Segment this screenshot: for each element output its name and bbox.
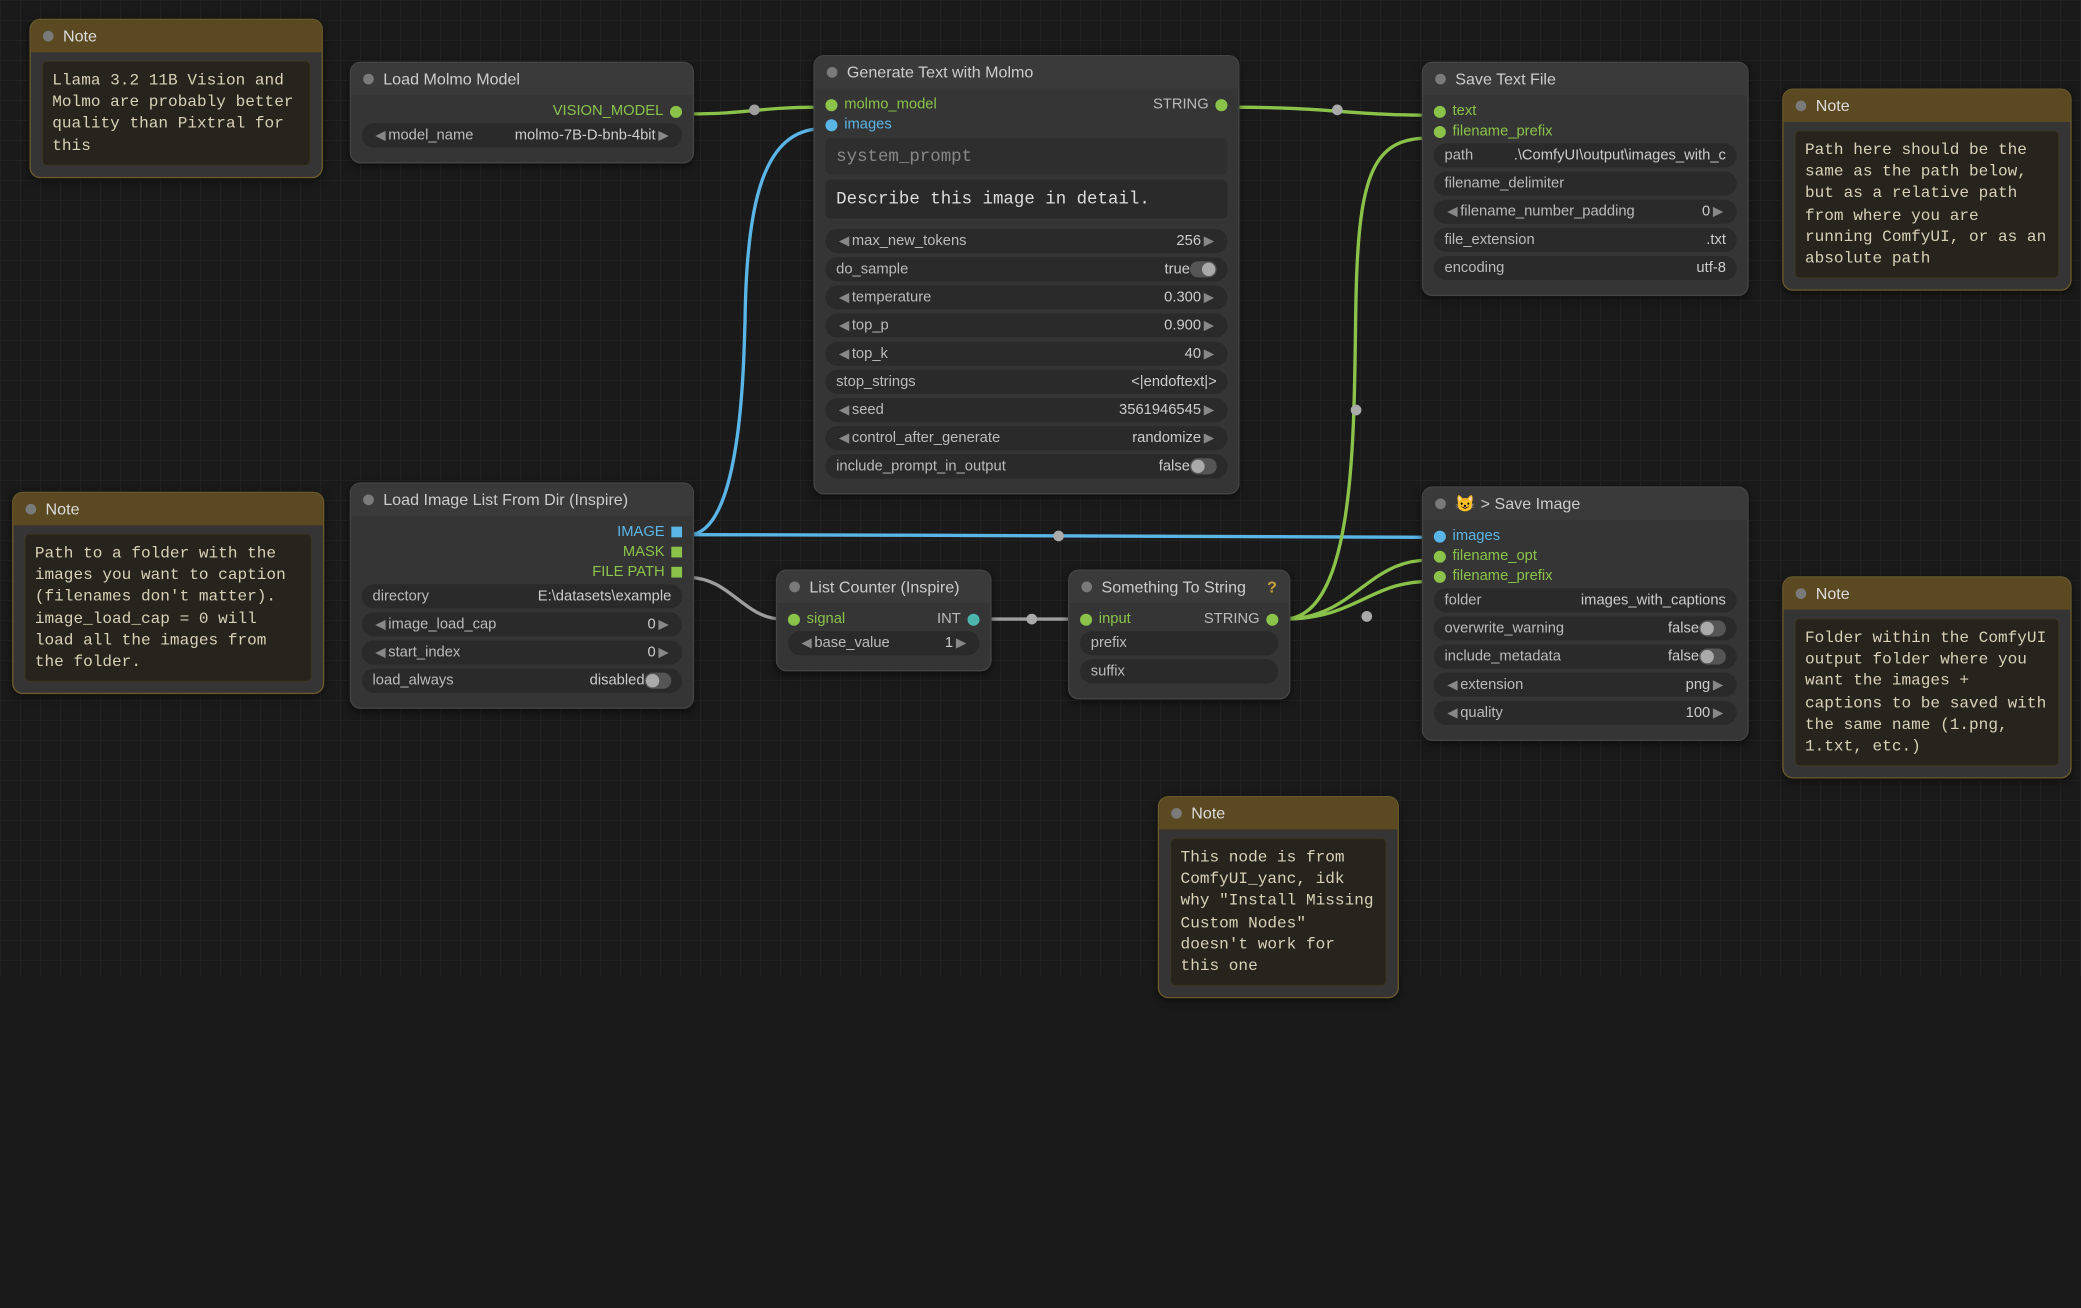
output-label: FILE PATH: [592, 564, 664, 580]
help-icon[interactable]: ?: [1267, 578, 1277, 597]
node-title: Note: [1191, 804, 1225, 823]
note-node[interactable]: Note Folder within the ComfyUI output fo…: [1782, 576, 2071, 779]
node-title: List Counter (Inspire): [809, 578, 959, 597]
note-text: Path here should be the same as the path…: [1794, 130, 2059, 279]
always-widget[interactable]: load_alwaysdisabled: [362, 669, 682, 693]
overwrite-widget[interactable]: overwrite_warningfalse: [1434, 616, 1737, 640]
output-label: STRING: [1153, 96, 1209, 112]
include-prompt-widget[interactable]: include_prompt_in_outputfalse: [825, 454, 1227, 478]
system-prompt-value[interactable]: Describe this image in detail.: [825, 180, 1227, 219]
input-label: filename_prefix: [1453, 568, 1553, 584]
node-title: Load Molmo Model: [383, 70, 520, 89]
folder-widget[interactable]: folderimages_with_captions: [1434, 588, 1737, 612]
metadata-widget[interactable]: include_metadatafalse: [1434, 645, 1737, 669]
note-node[interactable]: Note Path to a folder with the images yo…: [12, 492, 324, 695]
node-title: Note: [46, 500, 80, 519]
temperature-widget[interactable]: ◀temperature0.300▶: [825, 285, 1227, 309]
prefix-widget[interactable]: prefix: [1080, 631, 1278, 655]
note-text: Folder within the ComfyUI output folder …: [1794, 618, 2059, 767]
stop-strings-widget[interactable]: stop_strings<|endoftext|>: [825, 370, 1227, 394]
node-title: Note: [1816, 96, 1850, 115]
input-label: images: [844, 117, 892, 133]
cap-widget[interactable]: ◀image_load_cap0▶: [362, 612, 682, 636]
load-image-list-node[interactable]: Load Image List From Dir (Inspire) IMAGE…: [350, 482, 694, 708]
extension-widget[interactable]: ◀extensionpng▶: [1434, 673, 1737, 697]
load-molmo-node[interactable]: Load Molmo Model VISION_MODEL ◀model_nam…: [350, 62, 694, 164]
output-label: MASK: [623, 544, 665, 560]
directory-widget[interactable]: directoryE:\datasets\example: [362, 584, 682, 608]
node-title: Save Text File: [1455, 70, 1556, 89]
delimiter-widget[interactable]: filename_delimiter: [1434, 172, 1737, 196]
output-label: VISION_MODEL: [553, 103, 664, 119]
arrow-right-icon[interactable]: ▶: [656, 128, 672, 143]
base-value-widget[interactable]: ◀base_value1▶: [788, 631, 980, 655]
top-k-widget[interactable]: ◀top_k40▶: [825, 342, 1227, 366]
model-name-widget[interactable]: ◀model_namemolmo-7B-D-bnb-4bit▶: [362, 123, 682, 147]
toggle-icon[interactable]: [1699, 649, 1726, 665]
note-node[interactable]: Note This node is from ComfyUI_yanc, idk…: [1158, 796, 1399, 999]
node-title: Load Image List From Dir (Inspire): [383, 490, 628, 509]
toggle-icon[interactable]: [1190, 458, 1217, 474]
input-label: filename_prefix: [1453, 123, 1553, 139]
note-text: Path to a folder with the images you wan…: [24, 533, 312, 682]
system-prompt-label: system_prompt: [825, 138, 1227, 174]
note-text: This node is from ComfyUI_yanc, idk why …: [1170, 838, 1387, 987]
cat-icon: 😺: [1455, 494, 1475, 513]
control-after-widget[interactable]: ◀control_after_generaterandomize▶: [825, 426, 1227, 450]
note-node[interactable]: Note Llama 3.2 11B Vision and Molmo are …: [29, 19, 322, 178]
do-sample-widget[interactable]: do_sampletrue: [825, 257, 1227, 281]
max-tokens-widget[interactable]: ◀max_new_tokens256▶: [825, 229, 1227, 253]
generate-text-node[interactable]: Generate Text with Molmo molmo_model STR…: [813, 55, 1239, 495]
node-title: Note: [63, 27, 97, 46]
arrow-left-icon[interactable]: ◀: [373, 128, 389, 143]
toggle-icon[interactable]: [1190, 261, 1217, 277]
input-label: filename_opt: [1453, 548, 1537, 564]
encoding-widget[interactable]: encodingutf-8: [1434, 256, 1737, 280]
suffix-widget[interactable]: suffix: [1080, 659, 1278, 683]
input-label: images: [1453, 528, 1501, 544]
ext-widget[interactable]: file_extension.txt: [1434, 228, 1737, 252]
node-title: Something To String: [1101, 578, 1246, 597]
start-widget[interactable]: ◀start_index0▶: [362, 641, 682, 665]
note-text: Llama 3.2 11B Vision and Molmo are proba…: [42, 60, 311, 166]
list-counter-node[interactable]: List Counter (Inspire) signal INT ◀base_…: [776, 570, 992, 672]
output-label: INT: [937, 611, 961, 627]
output-label: STRING: [1204, 611, 1260, 627]
node-title: > Save Image: [1481, 494, 1581, 513]
output-label: IMAGE: [617, 524, 665, 540]
input-label: text: [1453, 103, 1477, 119]
note-node[interactable]: Note Path here should be the same as the…: [1782, 88, 2071, 291]
node-title: Note: [1816, 584, 1850, 603]
input-label: molmo_model: [844, 96, 937, 112]
save-text-node[interactable]: Save Text File text filename_prefix path…: [1422, 62, 1749, 297]
node-title: Generate Text with Molmo: [847, 63, 1033, 82]
save-image-node[interactable]: 😺 > Save Image images filename_opt filena…: [1422, 486, 1749, 741]
seed-widget[interactable]: ◀seed3561946545▶: [825, 398, 1227, 422]
top-p-widget[interactable]: ◀top_p0.900▶: [825, 314, 1227, 338]
toggle-icon[interactable]: [1699, 620, 1726, 636]
toggle-icon[interactable]: [645, 673, 672, 689]
input-label: input: [1099, 611, 1131, 627]
to-string-node[interactable]: Something To String? input STRING prefix…: [1068, 570, 1290, 700]
padding-widget[interactable]: ◀filename_number_padding0▶: [1434, 200, 1737, 224]
path-widget[interactable]: path.\ComfyUI\output\images_with_c: [1434, 143, 1737, 167]
quality-widget[interactable]: ◀quality100▶: [1434, 701, 1737, 725]
input-label: signal: [807, 611, 846, 627]
